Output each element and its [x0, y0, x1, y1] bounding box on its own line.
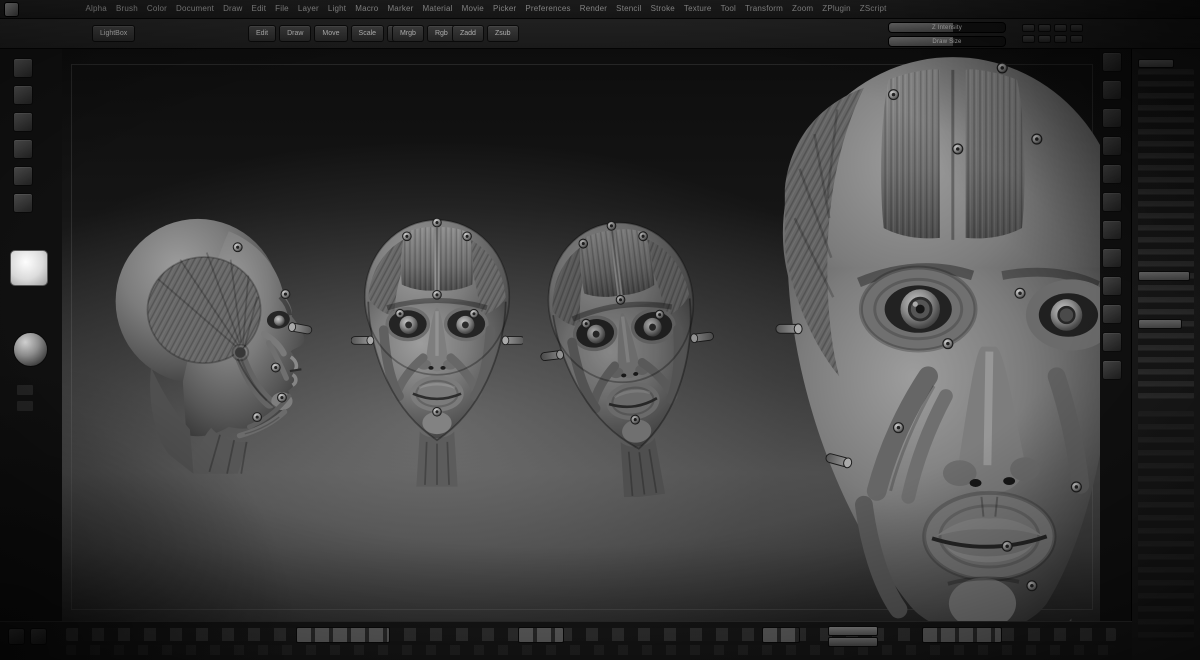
zbrush-window: Alpha Brush Color Document Draw Edit File Layer… [0, 0, 1200, 660]
menu-item[interactable]: Document [172, 0, 219, 18]
left-shelf [0, 48, 62, 622]
ecorche-head-profile-render [115, 218, 313, 474]
menu-item[interactable]: Stencil [612, 0, 646, 18]
bottom-left-icons[interactable] [8, 628, 47, 645]
floor-grid-icon[interactable] [1102, 108, 1122, 128]
menu-item[interactable]: Draw [219, 0, 247, 18]
menu-item[interactable]: Brush [111, 0, 142, 18]
color-swatch[interactable] [10, 250, 48, 286]
bottom-toolbar [0, 621, 1132, 660]
menu-item[interactable]: Color [142, 0, 171, 18]
move-3d-icon[interactable] [1102, 304, 1122, 324]
menu-item[interactable]: Alpha [81, 0, 111, 18]
perspective-icon[interactable] [1102, 80, 1122, 100]
tool-panel-accent-button[interactable] [1138, 59, 1174, 68]
top-shelf: LightBox EditDrawMoveScaleRotate MrgbRgb… [0, 18, 1200, 49]
transparency-icon[interactable] [1102, 192, 1122, 212]
ecorche-head-closeup[interactable] [770, 50, 1100, 622]
rotate-3d-icon[interactable] [1102, 360, 1122, 380]
shelf-button-cluster[interactable] [1022, 24, 1083, 43]
z-intensity-slider[interactable]: Z Intensity [888, 22, 1006, 33]
bottom-toolbar-icons-row-2[interactable] [66, 645, 1116, 655]
tool-panel-accent-button[interactable] [1138, 271, 1190, 281]
menu-item[interactable]: Picker [488, 0, 520, 18]
menu-item[interactable]: Macro [351, 0, 383, 18]
switch-color-icon[interactable] [16, 384, 34, 396]
sculpt-canvas[interactable] [62, 48, 1100, 622]
draw-size-slider[interactable]: Draw Size [888, 36, 1006, 47]
menu-item[interactable]: ZScript [855, 0, 891, 18]
bottom-toolbar-cluster[interactable] [762, 627, 800, 643]
menu-item[interactable]: Edit [247, 0, 271, 18]
bottom-toolbar-cluster[interactable] [922, 627, 1002, 643]
ecorche-head-front-render [351, 211, 523, 487]
menu-item[interactable]: Layer [293, 0, 323, 18]
zsub-button[interactable]: Zsub [486, 25, 519, 42]
menu-item[interactable]: Material [418, 0, 457, 18]
ecorche-head-closeup-render [775, 57, 1100, 622]
menu-item[interactable]: Stroke [646, 0, 679, 18]
menu-item[interactable]: Light [323, 0, 350, 18]
gradient-strip-icon[interactable] [16, 400, 34, 412]
menu-items: Alpha Brush Color Document Draw Edit File Layer… [81, 0, 891, 18]
move-mode-button[interactable]: Move [314, 25, 348, 42]
slider-label: Draw Size [932, 38, 962, 45]
local-transform-icon[interactable] [1102, 136, 1122, 156]
solo-icon[interactable] [1102, 248, 1122, 268]
bottom-toolbar-light-button-2[interactable] [828, 637, 878, 647]
menu-item[interactable]: ZPlugin [818, 0, 856, 18]
symmetry-icon[interactable] [1102, 164, 1122, 184]
menu-item[interactable]: File [271, 0, 294, 18]
ecorche-head-profile[interactable] [105, 208, 335, 480]
stroke-thumbnail-icon[interactable] [13, 85, 33, 105]
zadd-button[interactable]: Zadd [452, 25, 484, 42]
bottom-toolbar-light-button[interactable] [828, 626, 878, 636]
right-shelf [1102, 52, 1128, 380]
color-picker-icon[interactable] [13, 193, 33, 213]
bottom-toolbar-cluster[interactable] [296, 627, 390, 643]
ecorche-head-three-quarter-render [540, 213, 720, 497]
slider-label: Z Intensity [932, 24, 962, 31]
bottom-toolbar-cluster[interactable] [518, 627, 564, 643]
texture-thumbnail-icon[interactable] [13, 139, 33, 159]
edit-mode-button[interactable]: Edit [248, 25, 277, 42]
frame-mesh-icon[interactable] [1102, 276, 1122, 296]
menu-item[interactable]: Texture [679, 0, 716, 18]
gradient-icon[interactable] [13, 166, 33, 186]
menu-item[interactable]: Zoom [788, 0, 818, 18]
scale-3d-icon[interactable] [1102, 332, 1122, 352]
menu-item[interactable]: Tool [716, 0, 740, 18]
menu-item[interactable]: Marker [383, 0, 418, 18]
scale-mode-button[interactable]: Scale [350, 25, 385, 42]
alpha-thumbnail-icon[interactable] [13, 112, 33, 132]
ghost-icon[interactable] [1102, 220, 1122, 240]
app-logo-icon [4, 1, 19, 17]
menu-bar: Alpha Brush Color Document Draw Edit File Layer… [0, 0, 1200, 19]
bpr-render-icon[interactable] [1102, 52, 1122, 72]
menu-item[interactable]: Preferences [521, 0, 575, 18]
draw-mode-button[interactable]: Draw [279, 25, 312, 42]
menu-item[interactable]: Render [575, 0, 611, 18]
lightbox-button[interactable]: LightBox [92, 25, 136, 42]
menu-item[interactable]: Transform [741, 0, 788, 18]
menu-item[interactable]: Movie [457, 0, 488, 18]
brush-thumbnail-icon[interactable] [13, 58, 33, 78]
material-sphere[interactable] [13, 332, 48, 367]
tool-panel-accent-button[interactable] [1138, 319, 1182, 329]
tool-panel-sliders-upper[interactable] [1138, 69, 1194, 399]
tool-panel [1131, 19, 1200, 660]
ecorche-head-three-quarter[interactable] [540, 213, 720, 497]
tool-panel-sliders-lower[interactable] [1138, 411, 1194, 641]
mrgb-button[interactable]: Mrgb [392, 25, 424, 42]
ecorche-head-front[interactable] [351, 211, 523, 489]
